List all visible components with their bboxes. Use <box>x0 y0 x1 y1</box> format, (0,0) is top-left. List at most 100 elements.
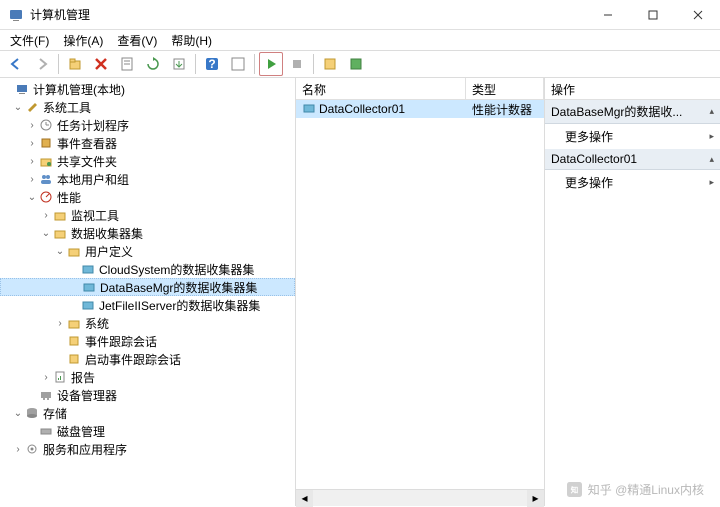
tree-root[interactable]: 计算机管理(本地) <box>0 80 295 98</box>
app-icon <box>8 7 24 23</box>
action-group[interactable]: DataBaseMgr的数据收... ▴ <box>545 100 720 124</box>
expand-icon[interactable]: › <box>12 444 24 455</box>
tree-storage[interactable]: ⌄ 存储 <box>0 404 295 422</box>
tree-dcs-item[interactable]: CloudSystem的数据收集器集 <box>0 260 295 278</box>
horizontal-scrollbar[interactable]: ◂ ▸ <box>296 489 544 506</box>
tree-dcs-item-selected[interactable]: DataBaseMgr的数据收集器集 <box>0 278 295 296</box>
menu-action[interactable]: 操作(A) <box>57 30 109 51</box>
device-icon <box>38 387 54 403</box>
close-button[interactable] <box>675 0 720 30</box>
toolbar-button[interactable] <box>226 52 250 76</box>
scroll-right-icon[interactable]: ▸ <box>527 490 544 507</box>
expand-icon[interactable]: › <box>26 156 38 167</box>
column-type[interactable]: 类型 <box>466 78 544 99</box>
toolbar-button-extra2[interactable] <box>344 52 368 76</box>
tree-systools[interactable]: ⌄ 系统工具 <box>0 98 295 116</box>
watermark: 知 知乎 @精通Linux内核 <box>567 481 704 498</box>
export-button[interactable] <box>167 52 191 76</box>
tree-reports[interactable]: › 报告 <box>0 368 295 386</box>
expand-icon[interactable]: › <box>40 372 52 383</box>
chevron-up-icon[interactable]: ▴ <box>709 154 714 165</box>
back-button[interactable] <box>4 52 28 76</box>
tree-users[interactable]: › 本地用户和组 <box>0 170 295 188</box>
tree-starttrace[interactable]: 启动事件跟踪会话 <box>0 350 295 368</box>
tree-system[interactable]: › 系统 <box>0 314 295 332</box>
perf-icon <box>38 189 54 205</box>
users-icon <box>38 171 54 187</box>
list-cell-type: 性能计数器 <box>466 100 544 119</box>
help-button[interactable]: ? <box>200 52 224 76</box>
forward-button[interactable] <box>30 52 54 76</box>
delete-button[interactable] <box>89 52 113 76</box>
actions-panel: 操作 DataBaseMgr的数据收... ▴ 更多操作 ▸ DataColle… <box>545 78 720 506</box>
maximize-button[interactable] <box>630 0 675 30</box>
collapse-icon[interactable]: ⌄ <box>12 408 24 419</box>
menubar: 文件(F) 操作(A) 查看(V) 帮助(H) <box>0 30 720 50</box>
folder-icon <box>66 243 82 259</box>
toolbar-separator <box>195 54 196 74</box>
svg-text:?: ? <box>208 57 215 71</box>
tree-dcs[interactable]: ⌄ 数据收集器集 <box>0 224 295 242</box>
expand-icon[interactable]: › <box>40 210 52 221</box>
collector-icon <box>302 101 316 118</box>
menu-help[interactable]: 帮助(H) <box>165 30 218 51</box>
tree-scheduler[interactable]: › 任务计划程序 <box>0 116 295 134</box>
services-icon <box>24 441 40 457</box>
tree-diskmgr[interactable]: 磁盘管理 <box>0 422 295 440</box>
collector-icon <box>81 279 97 295</box>
properties-button[interactable] <box>115 52 139 76</box>
action-group[interactable]: DataCollector01 ▴ <box>545 149 720 170</box>
tree-perf[interactable]: ⌄ 性能 <box>0 188 295 206</box>
event-icon <box>38 135 54 151</box>
folder-icon <box>52 225 68 241</box>
folder-icon <box>66 315 82 331</box>
toolbar-separator <box>313 54 314 74</box>
collector-icon <box>80 297 96 313</box>
tree-userdef[interactable]: ⌄ 用户定义 <box>0 242 295 260</box>
stop-button[interactable] <box>285 52 309 76</box>
refresh-button[interactable] <box>141 52 165 76</box>
titlebar: 计算机管理 <box>0 0 720 30</box>
tree-services[interactable]: › 服务和应用程序 <box>0 440 295 458</box>
tree-shared[interactable]: › 共享文件夹 <box>0 152 295 170</box>
actions-header: 操作 <box>545 78 720 100</box>
expand-icon[interactable]: › <box>54 318 66 329</box>
storage-icon <box>24 405 40 421</box>
scroll-left-icon[interactable]: ◂ <box>296 490 313 507</box>
list-panel: 名称 类型 DataCollector01 性能计数器 ◂ ▸ <box>296 78 545 506</box>
trace-icon <box>66 351 82 367</box>
expand-icon[interactable]: › <box>26 120 38 131</box>
disk-icon <box>38 423 54 439</box>
collapse-icon[interactable]: ⌄ <box>54 246 66 257</box>
expand-icon[interactable]: › <box>26 174 38 185</box>
tree-devmgr[interactable]: 设备管理器 <box>0 386 295 404</box>
toolbar-button-extra1[interactable] <box>318 52 342 76</box>
expand-icon[interactable]: › <box>26 138 38 149</box>
chevron-right-icon: ▸ <box>709 131 714 142</box>
toolbar: ? <box>0 50 720 78</box>
column-headers: 名称 类型 <box>296 78 544 100</box>
tree-eventviewer[interactable]: › 事件查看器 <box>0 134 295 152</box>
menu-file[interactable]: 文件(F) <box>4 30 55 51</box>
minimize-button[interactable] <box>585 0 630 30</box>
start-button[interactable] <box>259 52 283 76</box>
up-button[interactable] <box>63 52 87 76</box>
action-more[interactable]: 更多操作 ▸ <box>545 124 720 149</box>
tree-monitor[interactable]: › 监视工具 <box>0 206 295 224</box>
list-row[interactable]: DataCollector01 性能计数器 <box>296 100 544 118</box>
collapse-icon[interactable]: ⌄ <box>40 228 52 239</box>
chevron-up-icon[interactable]: ▴ <box>709 106 714 117</box>
actions-body: DataBaseMgr的数据收... ▴ 更多操作 ▸ DataCollecto… <box>545 100 720 506</box>
column-name[interactable]: 名称 <box>296 78 466 99</box>
collapse-icon[interactable]: ⌄ <box>26 192 38 203</box>
menu-view[interactable]: 查看(V) <box>111 30 163 51</box>
toolbar-separator <box>254 54 255 74</box>
tree-trace[interactable]: 事件跟踪会话 <box>0 332 295 350</box>
collapse-icon[interactable]: ⌄ <box>12 102 24 113</box>
list-body[interactable]: DataCollector01 性能计数器 <box>296 100 544 489</box>
tree-panel[interactable]: 计算机管理(本地) ⌄ 系统工具 › 任务计划程序 › 事件查看器 › 共享文件… <box>0 78 296 506</box>
collector-icon <box>80 261 96 277</box>
folder-icon <box>52 207 68 223</box>
tree-dcs-item[interactable]: JetFileIIServer的数据收集器集 <box>0 296 295 314</box>
action-more[interactable]: 更多操作 ▸ <box>545 170 720 195</box>
